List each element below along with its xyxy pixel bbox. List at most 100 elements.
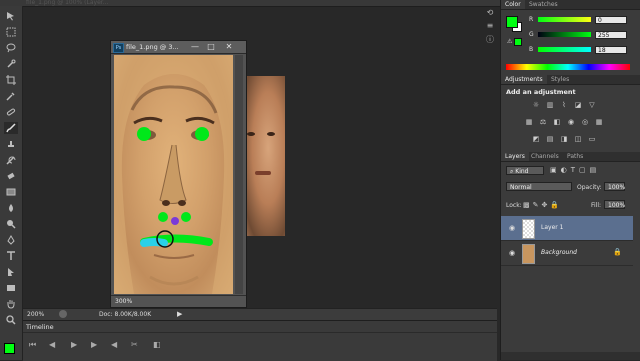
document-title: file_1.png @ 3...	[126, 43, 179, 51]
foreground-color-swatch[interactable]	[4, 343, 15, 354]
layer-name[interactable]: Layer 1	[541, 224, 563, 231]
blur-tool-icon[interactable]	[4, 202, 18, 214]
image-canvas[interactable]	[114, 55, 233, 294]
move-tool-icon[interactable]	[4, 10, 18, 22]
invert-icon[interactable]: ◩	[532, 135, 540, 143]
color-panel-foreground-swatch[interactable]	[506, 16, 518, 28]
color-slider-g[interactable]	[538, 32, 591, 37]
gradient-map-icon[interactable]: ▭	[588, 135, 596, 143]
layers-panel-footer	[501, 352, 640, 360]
vibrance-icon[interactable]: ▽	[588, 101, 596, 109]
gamut-color-swatch[interactable]	[514, 38, 522, 46]
document-tab[interactable]: file_1.png @ 100% (Layer...	[26, 0, 131, 6]
history-brush-tool-icon[interactable]	[4, 154, 18, 166]
selective-color-icon[interactable]: ◫	[574, 135, 582, 143]
layer-filter-icons[interactable]: ▣◐T▢▤	[550, 166, 600, 174]
tab-styles[interactable]: Styles	[547, 75, 573, 84]
crop-tool-icon[interactable]	[4, 74, 18, 86]
status-info-icon[interactable]	[59, 310, 67, 318]
status-doc-size: Doc: 8.00K/8.00K	[99, 311, 152, 318]
curves-icon[interactable]: ⌇	[560, 101, 568, 109]
status-bar: 200% Doc: 8.00K/8.00K ▶	[23, 308, 497, 320]
color-lookup-icon[interactable]: ▦	[595, 118, 603, 126]
color-slider-r[interactable]	[538, 17, 591, 22]
layer-thumbnail	[522, 219, 535, 239]
play-icon[interactable]: ▶	[71, 340, 77, 349]
clone-stamp-tool-icon[interactable]	[4, 138, 18, 150]
gamut-warning-icon: ⚠	[507, 38, 513, 45]
opacity-label: Opacity:	[577, 184, 602, 191]
threshold-icon[interactable]: ◨	[560, 135, 568, 143]
info-panel-icon[interactable]: ⓘ	[484, 34, 496, 44]
layer-row-layer-1[interactable]: ◉ Layer 1	[501, 216, 633, 241]
dodge-tool-icon[interactable]	[4, 218, 18, 230]
pen-tool-icon[interactable]	[4, 234, 18, 246]
exposure-icon[interactable]: ◪	[574, 101, 582, 109]
type-tool-icon[interactable]	[4, 250, 18, 262]
document-titlebar[interactable]: Ps file_1.png @ 3... — □ ✕	[111, 41, 246, 54]
adjustments-panel-tabs: Adjustments Styles	[501, 75, 640, 85]
lock-options-icons[interactable]: ▩✎✥🔒	[523, 201, 562, 209]
color-value-g[interactable]: 255	[595, 31, 627, 39]
timeline-tab[interactable]: Timeline	[26, 323, 54, 331]
hue-saturation-icon[interactable]: ▦	[525, 118, 533, 126]
audio-icon[interactable]: ◀	[111, 340, 117, 349]
color-channel-label-g: G	[529, 31, 534, 38]
fill-input[interactable]: 100%	[604, 200, 625, 209]
color-slider-b[interactable]	[538, 47, 591, 52]
black-white-icon[interactable]: ◧	[553, 118, 561, 126]
minimize-button[interactable]: —	[189, 42, 201, 52]
opacity-input[interactable]: 100%	[604, 182, 625, 191]
status-menu-arrow-icon[interactable]: ▶	[177, 310, 182, 318]
background-document-image[interactable]	[243, 76, 285, 236]
next-frame-icon[interactable]: ▶	[91, 340, 97, 349]
marquee-tool-icon[interactable]	[4, 26, 18, 38]
blend-mode-select[interactable]: Normal	[506, 182, 572, 191]
channel-mixer-icon[interactable]: ◎	[581, 118, 589, 126]
brush-tool-icon[interactable]	[4, 122, 18, 134]
tab-adjustments[interactable]: Adjustments	[501, 75, 547, 84]
color-value-b[interactable]: 18	[595, 46, 627, 54]
previous-frame-icon[interactable]: ◀	[49, 340, 55, 349]
photo-filter-icon[interactable]: ◉	[567, 118, 575, 126]
layer-row-background[interactable]: ◉ Background 🔒	[501, 241, 633, 266]
quick-selection-tool-icon[interactable]	[4, 58, 18, 70]
tab-channels[interactable]: Channels	[527, 152, 563, 161]
tab-paths[interactable]: Paths	[563, 152, 587, 161]
transition-icon[interactable]: ◧	[153, 340, 161, 349]
brightness-contrast-icon[interactable]: ☼	[532, 101, 540, 109]
go-to-first-frame-icon[interactable]: ⏮	[29, 340, 36, 350]
eraser-tool-icon[interactable]	[4, 170, 18, 182]
hand-tool-icon[interactable]	[4, 298, 18, 310]
healing-brush-tool-icon[interactable]	[4, 106, 18, 118]
color-spectrum-ramp[interactable]	[506, 64, 630, 70]
split-icon[interactable]: ✂	[131, 340, 138, 349]
fill-label: Fill:	[591, 202, 602, 209]
tab-color[interactable]: Color	[501, 0, 525, 9]
lasso-tool-icon[interactable]	[4, 42, 18, 54]
tab-layers[interactable]: Layers	[501, 152, 529, 161]
zoom-tool-icon[interactable]	[4, 314, 18, 326]
document-zoom-level[interactable]: 300%	[115, 298, 132, 305]
tab-swatches[interactable]: Swatches	[525, 0, 562, 9]
visibility-eye-icon[interactable]: ◉	[509, 224, 515, 232]
properties-panel-icon[interactable]: ≡	[484, 21, 496, 31]
maximize-button[interactable]: □	[205, 42, 217, 52]
close-button[interactable]: ✕	[223, 42, 235, 52]
posterize-icon[interactable]: ▤	[546, 135, 554, 143]
path-selection-tool-icon[interactable]	[4, 266, 18, 278]
rectangle-tool-icon[interactable]	[4, 282, 18, 294]
color-value-r[interactable]: 0	[595, 16, 627, 24]
document-vertical-scrollbar[interactable]	[235, 55, 243, 294]
layer-filter-kind-select[interactable]: ⌕ Kind	[506, 166, 544, 175]
layer-name[interactable]: Background	[541, 249, 577, 256]
history-panel-icon[interactable]: ⟲	[484, 8, 496, 18]
color-balance-icon[interactable]: ⚖	[539, 118, 547, 126]
gradient-tool-icon[interactable]	[4, 186, 18, 198]
visibility-eye-icon[interactable]: ◉	[509, 249, 515, 257]
color-panel-tabs: Color Swatches	[501, 0, 640, 10]
status-zoom-level[interactable]: 200%	[27, 311, 44, 318]
levels-icon[interactable]: ▥	[546, 101, 554, 109]
timeline-divider	[23, 332, 497, 333]
eyedropper-tool-icon[interactable]	[4, 90, 18, 102]
